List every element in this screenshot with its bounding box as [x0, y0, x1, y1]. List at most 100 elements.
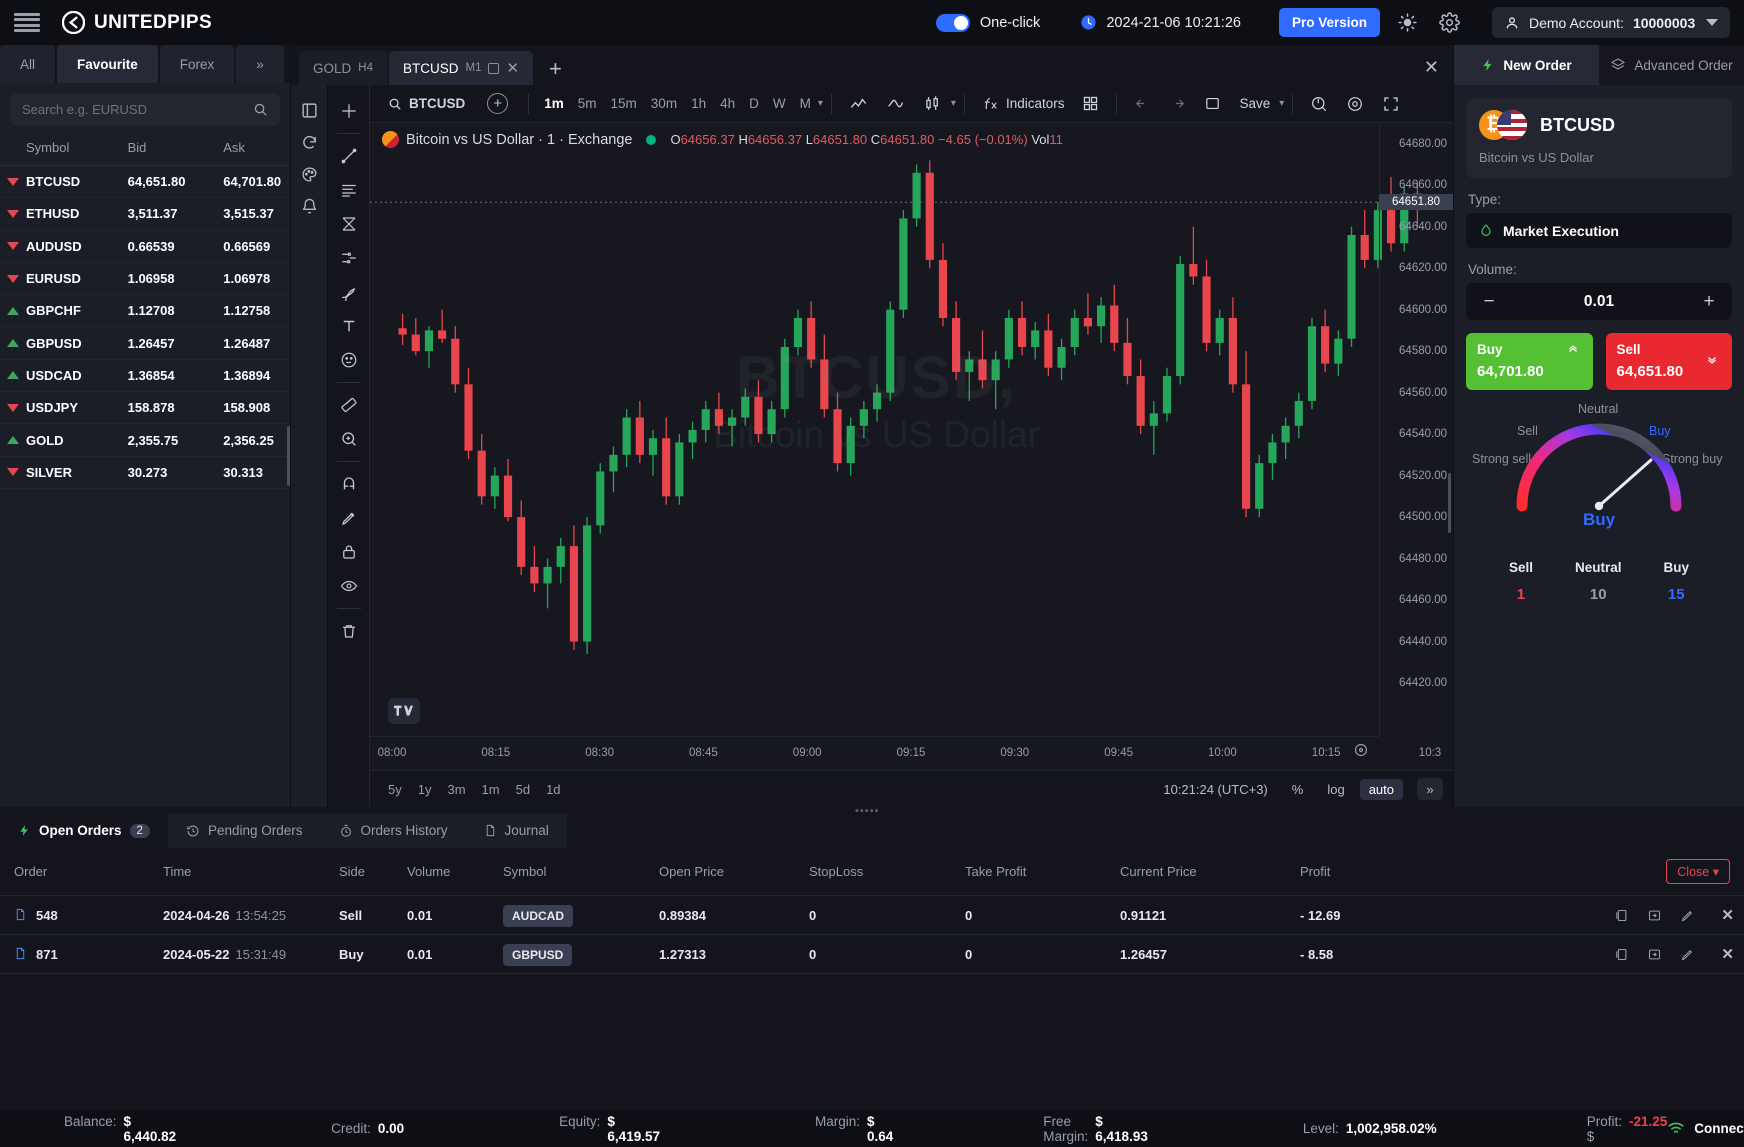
save-button[interactable]: Save [1230, 96, 1279, 111]
account-selector[interactable]: Demo Account: 10000003 [1492, 7, 1730, 38]
th-stoploss[interactable]: StopLoss [809, 848, 965, 896]
timeframe-4h[interactable]: 4h [713, 93, 742, 114]
close-order-icon[interactable]: ✕ [1721, 906, 1734, 924]
range-1d[interactable]: 1d [538, 779, 568, 800]
trend-line-icon[interactable] [333, 140, 365, 172]
range-1m[interactable]: 1m [474, 779, 508, 800]
magnet-icon[interactable] [333, 468, 365, 500]
copy-icon[interactable] [1614, 947, 1629, 962]
close-order-icon[interactable]: ✕ [1721, 945, 1734, 963]
volume-value[interactable]: 0.01 [1499, 293, 1699, 311]
th-profit[interactable]: Profit [1300, 848, 1440, 896]
palette-icon[interactable] [294, 159, 324, 189]
volume-stepper[interactable]: − 0.01 + [1466, 283, 1732, 320]
search-icon[interactable] [253, 102, 268, 117]
partial-close-icon[interactable] [1647, 947, 1662, 962]
th-order[interactable]: Order [0, 848, 163, 896]
market-watch-row[interactable]: BTCUSD64,651.8064,701.80 [0, 166, 290, 198]
fullscreen-icon[interactable] [1373, 95, 1409, 113]
volume-increase-button[interactable]: + [1699, 291, 1719, 313]
chart-tab-btcusd[interactable]: BTCUSD M1 ✕ [389, 51, 533, 85]
tab-new-order[interactable]: New Order [1454, 45, 1599, 85]
close-all-button[interactable]: Close ▾ [1666, 859, 1730, 884]
search-box[interactable] [10, 93, 280, 126]
layout-single-icon[interactable] [1195, 95, 1230, 112]
timeframe-1h[interactable]: 1h [684, 93, 713, 114]
market-watch-row[interactable]: USDJPY158.878158.908 [0, 392, 290, 424]
reset-chart-icon[interactable] [1353, 742, 1369, 763]
zoom-in-icon[interactable] [333, 423, 365, 455]
chevron-down-icon-3[interactable]: ▾ [1279, 98, 1284, 109]
market-watch-tab-favourite[interactable]: Favourite [57, 45, 158, 83]
timeframe-M[interactable]: M [793, 93, 818, 114]
market-watch-row[interactable]: GOLD2,355.752,356.25 [0, 424, 290, 456]
tradingview-logo-icon[interactable] [388, 698, 420, 724]
buy-button[interactable]: Buy 64,701.80 [1466, 333, 1593, 390]
tab-advanced-order[interactable]: Advanced Order [1599, 45, 1744, 85]
remove-drawings-trash-icon[interactable] [333, 615, 365, 647]
th-volume[interactable]: Volume [407, 848, 503, 896]
market-watch-scrollbar[interactable] [287, 426, 290, 486]
range-5d[interactable]: 5d [508, 779, 538, 800]
undo-button[interactable] [1125, 95, 1160, 112]
chevron-down-icon[interactable]: ▾ [818, 98, 823, 109]
th-current-price[interactable]: Current Price [1120, 848, 1300, 896]
market-watch-tab-all[interactable]: All [0, 45, 55, 83]
copy-icon[interactable] [1614, 908, 1629, 923]
th-time[interactable]: Time [163, 848, 339, 896]
close-tab-icon[interactable]: ✕ [506, 59, 519, 77]
timeframe-D[interactable]: D [742, 93, 766, 114]
emoji-icon[interactable] [333, 344, 365, 376]
market-watch-row[interactable]: ETHUSD3,511.373,515.37 [0, 198, 290, 230]
theme-toggle-button[interactable] [1392, 8, 1422, 38]
range-3m[interactable]: 3m [439, 779, 473, 800]
hide-drawings-icon[interactable] [333, 570, 365, 602]
timeframe-1m[interactable]: 1m [537, 93, 571, 114]
tab-orders-history[interactable]: Orders History [321, 813, 466, 848]
edit-icon[interactable] [1680, 908, 1695, 923]
table-row[interactable]: 8712024-05-2215:31:49Buy0.01GBPUSD1.2731… [0, 935, 1744, 974]
chart-settings-icon[interactable] [1337, 95, 1373, 113]
chart-type-candles-icon[interactable] [914, 94, 951, 113]
th-symbol[interactable]: Symbol [503, 848, 659, 896]
pro-version-button[interactable]: Pro Version [1279, 8, 1380, 37]
add-chart-tab-button[interactable]: + [535, 56, 576, 85]
sell-button[interactable]: Sell 64,651.80 [1606, 333, 1733, 390]
settings-button[interactable] [1434, 8, 1464, 38]
close-panel-icon[interactable]: ✕ [1424, 57, 1439, 78]
th-side[interactable]: Side [339, 848, 407, 896]
crosshair-icon[interactable] [333, 95, 365, 127]
market-watch-tab-forex[interactable]: Forex [160, 45, 235, 83]
expand-footer-button[interactable]: » [1417, 778, 1443, 800]
panel-resize-handle[interactable]: ▪▪▪▪▪ [855, 809, 889, 813]
tab-journal[interactable]: Journal [466, 813, 567, 848]
edit-icon[interactable] [1680, 947, 1695, 962]
chart-type-line-icon[interactable] [877, 94, 914, 113]
stay-in-drawing-mode-icon[interactable] [333, 502, 365, 534]
chart-clock[interactable]: 10:21:24 (UTC+3) [1154, 779, 1276, 800]
alerts-bell-icon[interactable] [294, 191, 324, 221]
timeframe-15m[interactable]: 15m [604, 93, 644, 114]
chart-type-bars-icon[interactable] [840, 94, 877, 113]
market-watch-row[interactable]: GBPUSD1.264571.26487 [0, 327, 290, 359]
log-scale-button[interactable]: log [1318, 779, 1353, 800]
price-axis[interactable]: 64680.0064660.0064640.0064620.0064600.00… [1379, 123, 1453, 736]
redo-button[interactable] [1160, 95, 1195, 112]
tab-open-orders[interactable]: Open Orders 2 [0, 813, 168, 848]
order-symbol-card[interactable]: ₿ BTCUSD Bitcoin vs US Dollar [1466, 98, 1732, 178]
volume-decrease-button[interactable]: − [1479, 291, 1499, 313]
fib-retracement-icon[interactable] [333, 208, 365, 240]
range-1y[interactable]: 1y [410, 779, 440, 800]
auto-scale-button[interactable]: auto [1360, 779, 1403, 800]
horizontal-lines-icon[interactable] [333, 174, 365, 206]
chart-symbol-button[interactable]: BTCUSD [378, 96, 475, 111]
one-click-toggle-group[interactable]: One-click [936, 14, 1040, 32]
market-watch-row[interactable]: SILVER30.27330.313 [0, 457, 290, 489]
th-open-price[interactable]: Open Price [659, 848, 809, 896]
templates-grid-icon[interactable] [1073, 95, 1108, 112]
chart-canvas[interactable]: Bitcoin vs US Dollar · 1 · Exchange O646… [370, 123, 1453, 770]
timeframe-30m[interactable]: 30m [644, 93, 684, 114]
time-axis[interactable]: 08:0008:1508:3008:4509:0009:1509:3009:45… [370, 736, 1379, 770]
market-watch-row[interactable]: USDCAD1.368541.36894 [0, 360, 290, 392]
order-type-select[interactable]: Market Execution [1466, 213, 1732, 248]
